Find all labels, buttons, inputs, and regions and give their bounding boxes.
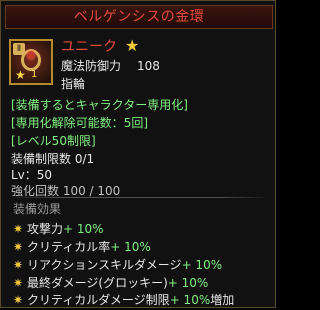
item-title: ベルゲンシスの金環 (73, 9, 205, 25)
bind-note: [装備するとキャラクター専用化] (11, 98, 188, 112)
star-badge-icon: ★ (15, 68, 26, 82)
effects-header: 装備効果 (13, 202, 62, 216)
sparkle-icon: ✷ (13, 258, 24, 272)
sparkle-icon: ✷ (13, 240, 24, 254)
rarity-label: ユニーク (61, 39, 117, 55)
effect-value: + 10% (181, 258, 223, 272)
stat-label: 魔法防御力 (61, 59, 122, 73)
ring-icon: Ⅱ ★ 1 (9, 39, 53, 85)
equip-limit: 装備制限数 0/1 (11, 152, 95, 166)
level-value: Lv：50 (11, 168, 53, 182)
divider (9, 197, 269, 198)
unbind-line: [専用化解除可能数：5回] (11, 115, 148, 131)
item-type: 指輪 (61, 77, 86, 91)
effect-value: + 10% (167, 276, 209, 290)
effect-suffix: 増加 (210, 293, 235, 307)
ring-gem (27, 51, 35, 59)
unbind-count: 5回 (123, 116, 144, 130)
effect-value: + 10% (169, 293, 211, 307)
effect-row: ✷ 最終ダメージ(グロッキー)+ 10% (13, 275, 208, 291)
tooltip-titlebar: ベルゲンシスの金環 (5, 5, 273, 29)
unbind-prefix: [専用化解除可能数： (11, 116, 124, 130)
effect-label: 攻撃力 (27, 222, 64, 236)
effect-row: ✷ リアクションスキルダメージ+ 10% (13, 257, 222, 273)
effect-row: ✷ クリティカル率+ 10% (13, 239, 151, 255)
sparkle-icon: ✷ (13, 222, 24, 236)
sparkle-icon: ✷ (13, 293, 24, 307)
star-count: 1 (31, 69, 38, 80)
effect-label: リアクションスキルダメージ (27, 258, 182, 272)
level-limit: [レベル50制限] (11, 134, 96, 148)
effect-label: 最終ダメージ(グロッキー) (27, 276, 168, 290)
item-tooltip: ベルゲンシスの金環 Ⅱ ★ 1 ユニーク ★ 魔法防御力 108 指輪 [装備す… (0, 0, 276, 308)
stat-value: 108 (137, 59, 160, 73)
effect-value: + 10% (63, 222, 104, 236)
effect-label: クリティカルダメージ制限 (27, 293, 170, 307)
sparkle-icon: ✷ (13, 276, 24, 290)
effect-label: クリティカル率 (27, 240, 111, 254)
unbind-suffix: ] (143, 116, 149, 130)
effect-row: ✷ クリティカルダメージ制限+ 10%増加 (13, 292, 234, 308)
rarity-star-icon: ★ (125, 36, 140, 55)
effect-value: + 10% (110, 240, 151, 254)
effect-row: ✷ 攻撃力+ 10% (13, 221, 104, 237)
